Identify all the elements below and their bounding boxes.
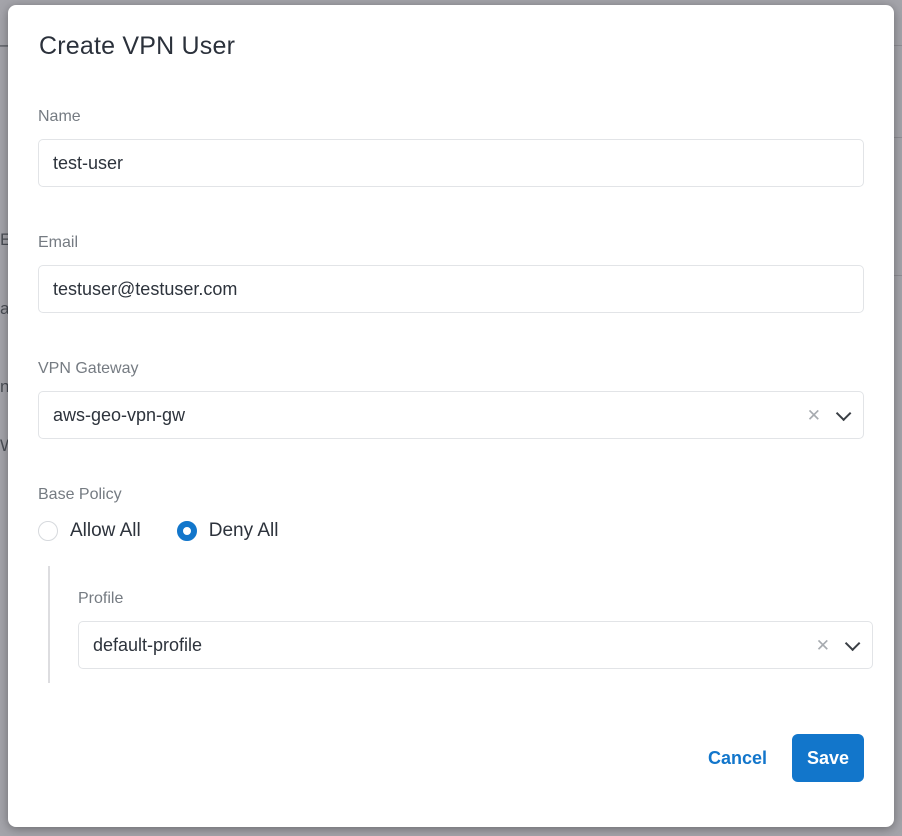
radio-selected-icon[interactable] bbox=[177, 521, 197, 541]
name-label: Name bbox=[38, 108, 864, 126]
email-input[interactable] bbox=[38, 265, 864, 313]
backdrop-fragment: n bbox=[0, 378, 8, 395]
base-policy-label: Base Policy bbox=[38, 486, 864, 504]
profile-selected-value: default-profile bbox=[93, 635, 202, 656]
chevron-down-icon[interactable] bbox=[845, 635, 861, 651]
backdrop-fragment: — bbox=[0, 36, 8, 53]
chevron-down-icon[interactable] bbox=[836, 405, 852, 421]
profile-sub-section: Profile default-profile ✕ bbox=[48, 566, 873, 683]
clear-icon[interactable]: ✕ bbox=[816, 637, 830, 654]
profile-label: Profile bbox=[78, 590, 873, 608]
vpn-gateway-select[interactable]: aws-geo-vpn-gw ✕ bbox=[38, 391, 864, 439]
profile-select[interactable]: default-profile ✕ bbox=[78, 621, 873, 669]
base-policy-radio-group: Allow All Deny All bbox=[38, 520, 864, 542]
radio-option-allow-all[interactable]: Allow All bbox=[38, 520, 141, 542]
base-policy-field-group: Base Policy Allow All Deny All bbox=[29, 486, 873, 542]
backdrop-fragment: W bbox=[0, 437, 8, 454]
backdrop-fragment: a bbox=[0, 300, 8, 317]
backdrop-fragment: E bbox=[0, 231, 8, 248]
vpn-gateway-field-group: VPN Gateway aws-geo-vpn-gw ✕ bbox=[29, 360, 873, 439]
name-field-group: Name bbox=[29, 108, 873, 187]
save-button[interactable]: Save bbox=[792, 734, 864, 782]
dialog-footer: Cancel Save bbox=[29, 734, 873, 782]
radio-label-deny-all: Deny All bbox=[209, 520, 279, 542]
vpn-gateway-selected-value: aws-geo-vpn-gw bbox=[53, 405, 185, 426]
name-input[interactable] bbox=[38, 139, 864, 187]
vpn-gateway-label: VPN Gateway bbox=[38, 360, 864, 378]
radio-label-allow-all: Allow All bbox=[70, 520, 141, 542]
backdrop-row-line bbox=[894, 275, 902, 276]
clear-icon[interactable]: ✕ bbox=[807, 407, 821, 424]
dialog-title: Create VPN User bbox=[29, 32, 873, 61]
cancel-button[interactable]: Cancel bbox=[708, 748, 767, 769]
create-vpn-user-dialog: Create VPN User Name Email VPN Gateway a… bbox=[8, 5, 894, 827]
backdrop-row-line bbox=[894, 137, 902, 138]
email-field-group: Email bbox=[29, 234, 873, 313]
radio-option-deny-all[interactable]: Deny All bbox=[177, 520, 279, 542]
backdrop-row-line bbox=[894, 45, 902, 46]
radio-unselected-icon[interactable] bbox=[38, 521, 58, 541]
email-label: Email bbox=[38, 234, 864, 252]
